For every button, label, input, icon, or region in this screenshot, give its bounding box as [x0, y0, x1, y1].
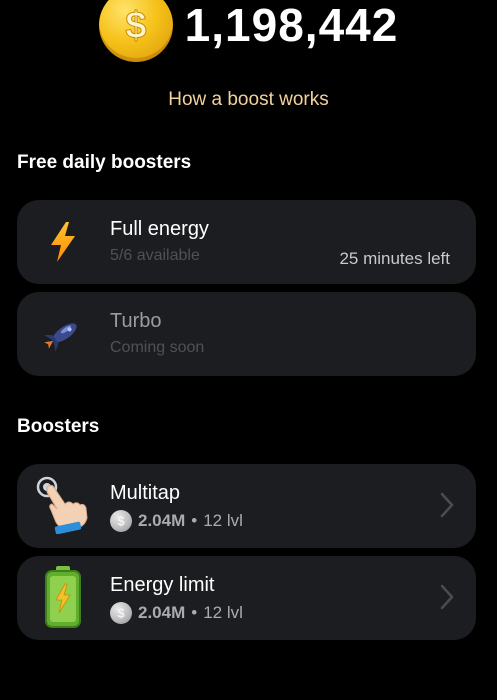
svg-text:$: $: [125, 5, 146, 47]
full-energy-timer: 25 minutes left: [339, 249, 450, 268]
full-energy-card[interactable]: Full energy 5/6 available 25 minutes lef…: [17, 200, 476, 284]
multitap-cost: 2.04M: [138, 511, 186, 530]
boosters-title: Boosters: [17, 416, 100, 437]
separator-dot: •: [191, 603, 198, 622]
chevron-right-icon[interactable]: [440, 492, 454, 518]
multitap-level: 12 lvl: [203, 511, 243, 530]
full-energy-title: Full energy: [110, 218, 209, 240]
energy-limit-cost: 2.04M: [138, 603, 186, 622]
svg-text:$: $: [117, 514, 125, 528]
free-boosters-title: Free daily boosters: [17, 152, 192, 173]
dollar-coin-icon: $: [98, 0, 173, 62]
energy-limit-cost-row: $ 2.04M • 12 lvl: [110, 602, 243, 624]
multitap-title: Multitap: [110, 482, 181, 504]
tap-hand-icon: [35, 474, 91, 534]
multitap-card[interactable]: Multitap $ 2.04M • 12 lvl: [17, 464, 476, 548]
multitap-cost-row: $ 2.04M • 12 lvl: [110, 510, 243, 532]
coin-icon: $: [110, 510, 132, 532]
lightning-icon: [39, 218, 87, 266]
chevron-right-icon[interactable]: [440, 584, 454, 610]
how-boost-works-link[interactable]: How a boost works: [0, 89, 497, 111]
energy-limit-level: 12 lvl: [203, 603, 243, 622]
energy-limit-title: Energy limit: [110, 574, 215, 596]
turbo-card[interactable]: Turbo Coming soon: [17, 292, 476, 376]
turbo-title: Turbo: [110, 310, 162, 332]
coin-icon: $: [110, 602, 132, 624]
separator-dot: •: [191, 511, 198, 530]
balance-row: $ 1,198,442: [0, 0, 497, 62]
battery-icon: [39, 564, 87, 630]
svg-text:$: $: [117, 606, 125, 620]
energy-limit-card[interactable]: Energy limit $ 2.04M • 12 lvl: [17, 556, 476, 640]
rocket-icon: [39, 310, 87, 358]
turbo-status: Coming soon: [110, 339, 205, 356]
full-energy-availability: 5/6 available: [110, 247, 200, 264]
balance-value: 1,198,442: [184, 0, 399, 51]
